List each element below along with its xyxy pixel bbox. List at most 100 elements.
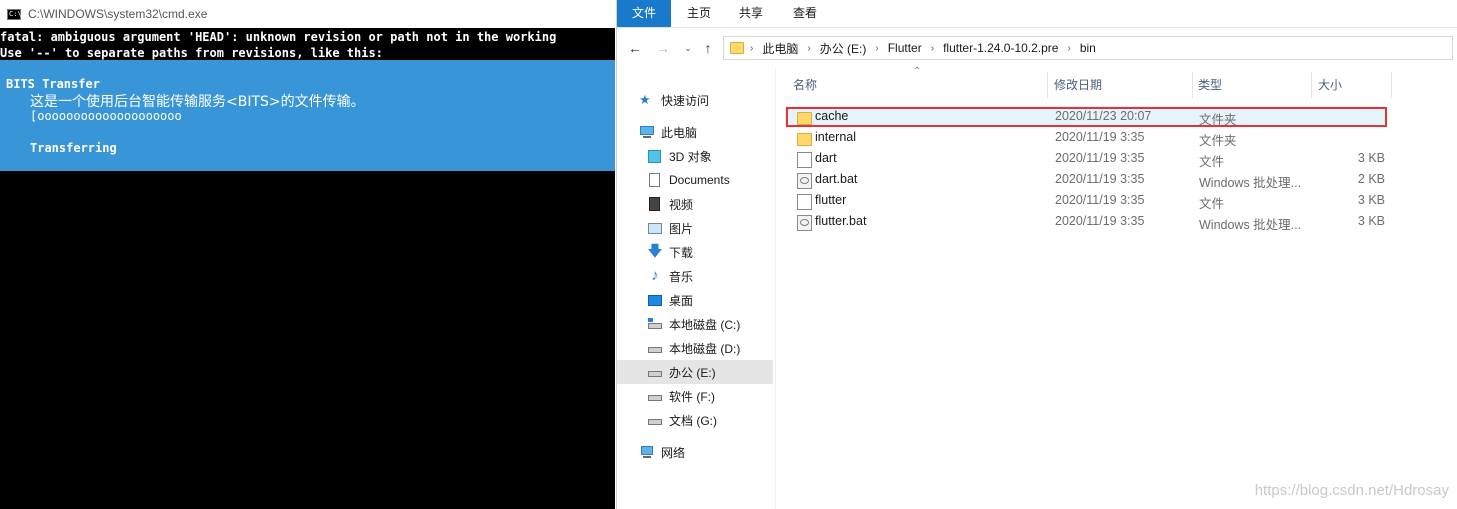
tab-view[interactable]: 查看 (781, 0, 829, 27)
file-row-flutter-bat[interactable]: flutter.bat 2020/11/19 3:35 Windows 批处理.… (785, 211, 1385, 232)
watermark: https://blog.csdn.net/Hdrosay (1254, 482, 1449, 499)
chevron-right-icon[interactable]: › (869, 43, 884, 54)
document-icon (647, 173, 663, 187)
column-header-size[interactable]: 大小 (1318, 72, 1342, 98)
nav-item-label: 办公 (E:) (669, 365, 716, 380)
chevron-right-icon[interactable]: › (1061, 43, 1076, 54)
file-type: 文件夹 (1199, 134, 1237, 148)
nav-item-this-pc[interactable]: 此电脑 (639, 120, 795, 144)
nav-item-label: 3D 对象 (669, 149, 712, 164)
tab-home[interactable]: 主页 (675, 0, 723, 27)
file-name: dart (815, 151, 837, 165)
nav-item-pictures[interactable]: 图片 (647, 216, 803, 240)
breadcrumb-item[interactable]: bin (1077, 41, 1099, 55)
nav-item-3d-objects[interactable]: 3D 对象 (647, 144, 803, 168)
chevron-right-icon[interactable]: › (801, 43, 816, 54)
bits-transfer-panel: BITS Transfer 这是一个使用后台智能传输服务<BITS>的文件传输。… (0, 60, 615, 171)
cmd-titlebar[interactable]: C:\ C:\WINDOWS\system32\cmd.exe (0, 0, 615, 28)
drive-icon (647, 389, 663, 403)
file-size: 2 KB (1357, 172, 1385, 186)
nav-item-label: 快速访问 (661, 93, 710, 108)
bits-progress: [oooooooooooooooooooo (30, 109, 182, 123)
nav-item-quick-access[interactable]: ★ 快速访问 (639, 88, 795, 112)
drive-icon (647, 317, 663, 331)
batch-file-icon (797, 215, 812, 231)
tab-file[interactable]: 文件 (617, 0, 671, 27)
drive-icon (647, 341, 663, 355)
forward-arrow-icon[interactable]: → (655, 40, 671, 56)
column-header-type[interactable]: 类型 (1198, 72, 1222, 98)
console-line: fatal: ambiguous argument 'HEAD': unknow… (0, 30, 557, 44)
bits-status: Transferring (30, 141, 117, 155)
nav-item-label: 软件 (F:) (669, 389, 715, 404)
chevron-right-icon[interactable]: › (925, 43, 940, 54)
breadcrumb-item[interactable]: flutter-1.24.0-10.2.pre (940, 41, 1061, 55)
back-arrow-icon[interactable]: ← (627, 40, 643, 56)
nav-item-drive-f[interactable]: 软件 (F:) (647, 384, 803, 408)
file-row-flutter[interactable]: flutter 2020/11/19 3:35 文件 3 KB (785, 190, 1385, 211)
file-row-internal[interactable]: internal 2020/11/19 3:35 文件夹 (785, 127, 1385, 148)
address-row: ← → ⌄ ↑ › 此电脑 › 办公 (E:) › Flutter › flut… (617, 28, 1457, 68)
nav-item-label: 文档 (G:) (669, 413, 717, 428)
music-icon: ♪ (651, 267, 659, 284)
nav-item-label: 下载 (669, 245, 694, 260)
cmd-console[interactable]: fatal: ambiguous argument 'HEAD': unknow… (0, 28, 615, 509)
nav-item-music[interactable]: ♪ 音乐 (647, 264, 803, 288)
nav-item-videos[interactable]: 视频 (647, 192, 803, 216)
file-size: 3 KB (1357, 151, 1385, 165)
video-icon (647, 197, 663, 211)
file-row-dart-bat[interactable]: dart.bat 2020/11/19 3:35 Windows 批处理... … (785, 169, 1385, 190)
nav-item-label: 本地磁盘 (C:) (669, 317, 741, 332)
breadcrumb-item[interactable]: Flutter (885, 41, 925, 55)
file-name: dart.bat (815, 172, 858, 186)
navigation-pane: ★ 快速访问 此电脑 3D 对象 Documents 视频 图片 🡇 下载 ♪ (617, 80, 777, 509)
file-type: Windows 批处理... (1199, 176, 1302, 190)
column-divider[interactable] (1391, 72, 1392, 98)
file-size: 3 KB (1357, 193, 1385, 207)
download-icon: 🡇 (647, 243, 663, 260)
recent-locations-chevron-icon[interactable]: ⌄ (680, 40, 696, 56)
cmd-title: C:\WINDOWS\system32\cmd.exe (28, 7, 208, 21)
file-type: 文件 (1199, 197, 1225, 211)
breadcrumb-item[interactable]: 办公 (E:) (817, 40, 870, 57)
console-line: Use '--' to separate paths from revision… (0, 46, 383, 60)
nav-item-network[interactable]: 网络 (639, 440, 795, 464)
nav-item-label: 图片 (669, 221, 694, 236)
folder-icon (797, 133, 812, 146)
nav-item-desktop[interactable]: 桌面 (647, 288, 803, 312)
nav-item-drive-e[interactable]: 办公 (E:) (617, 360, 773, 384)
column-divider[interactable] (1047, 72, 1048, 98)
nav-item-label: 视频 (669, 197, 694, 212)
column-divider[interactable] (1192, 72, 1193, 98)
column-headers: 名称 修改日期 类型 大小 (777, 72, 1457, 98)
nav-item-drive-g[interactable]: 文档 (G:) (647, 408, 803, 432)
nav-item-drive-c[interactable]: 本地磁盘 (C:) (647, 312, 803, 336)
column-header-date[interactable]: 修改日期 (1054, 72, 1102, 98)
cube-icon (647, 149, 663, 163)
tab-share[interactable]: 共享 (727, 0, 775, 27)
nav-item-label: 音乐 (669, 269, 694, 284)
cmd-window: C:\ C:\WINDOWS\system32\cmd.exe fatal: a… (0, 0, 615, 509)
file-name: internal (815, 130, 856, 144)
annotation-highlight-box (786, 107, 1387, 127)
nav-item-drive-d[interactable]: 本地磁盘 (D:) (647, 336, 803, 360)
nav-item-label: 本地磁盘 (D:) (669, 341, 741, 356)
breadcrumb-item[interactable]: 此电脑 (759, 40, 801, 57)
file-row-dart[interactable]: dart 2020/11/19 3:35 文件 3 KB (785, 148, 1385, 169)
address-bar[interactable]: › 此电脑 › 办公 (E:) › Flutter › flutter-1.24… (723, 36, 1453, 60)
chevron-right-icon[interactable]: › (744, 43, 759, 54)
nav-item-label: 网络 (661, 445, 686, 460)
picture-icon (647, 221, 663, 235)
file-date: 2020/11/19 3:35 (1055, 130, 1145, 144)
up-arrow-icon[interactable]: ↑ (700, 40, 716, 56)
file-icon (797, 152, 812, 168)
console-icon: C:\ (7, 8, 22, 20)
nav-item-documents[interactable]: Documents (647, 168, 803, 192)
nav-item-label: Documents (669, 173, 730, 187)
column-divider[interactable] (1311, 72, 1312, 98)
nav-item-downloads[interactable]: 🡇 下载 (647, 240, 803, 264)
nav-item-label: 桌面 (669, 293, 694, 308)
column-header-name[interactable]: 名称 (793, 72, 817, 98)
file-date: 2020/11/19 3:35 (1055, 193, 1145, 207)
file-type: Windows 批处理... (1199, 218, 1302, 232)
